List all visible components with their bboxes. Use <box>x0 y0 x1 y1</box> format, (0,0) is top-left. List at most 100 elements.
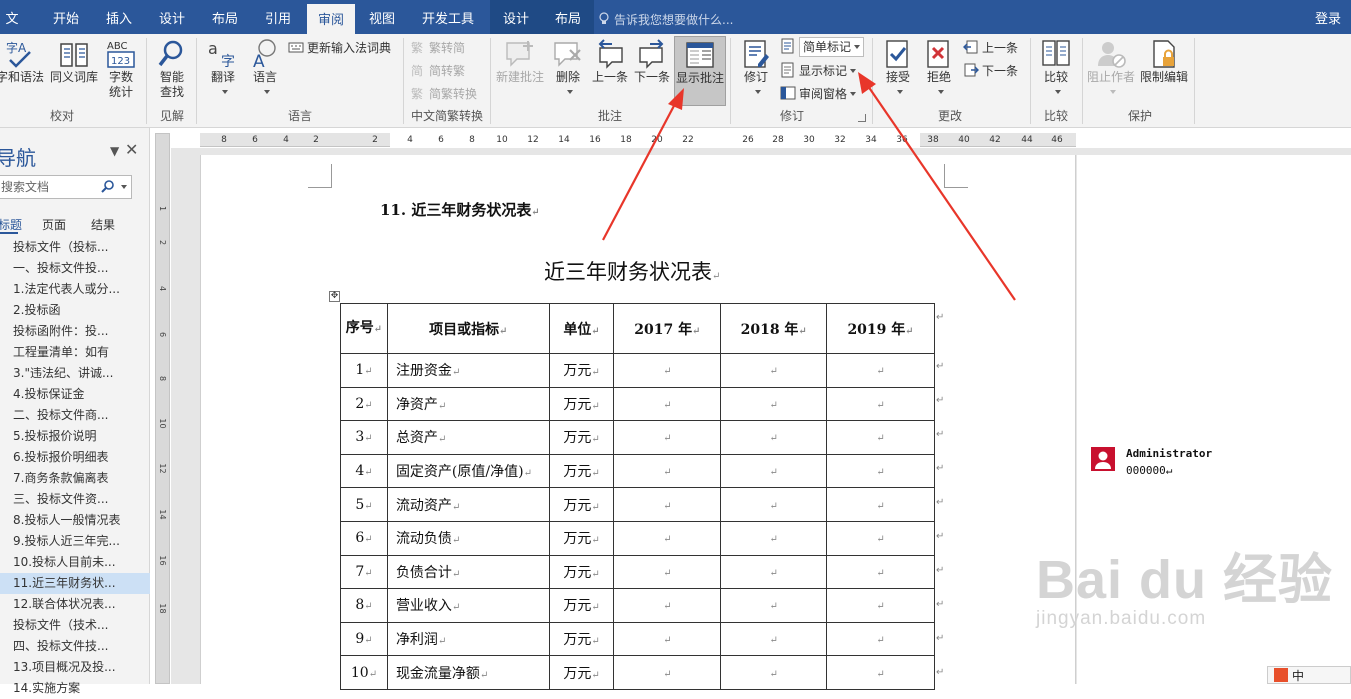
delete-comment-button[interactable]: 删除 <box>548 36 588 106</box>
track-changes-button[interactable]: 修订 <box>736 36 776 106</box>
markup-mode-value[interactable]: 简单标记 <box>799 37 865 57</box>
restrict-editing-button[interactable]: 限制编辑 <box>1138 36 1190 106</box>
cell-unit[interactable]: 万元↵ <box>548 386 615 422</box>
nav-tab-pages[interactable]: 页面 <box>42 216 66 233</box>
cell-no[interactable]: 2↵ <box>340 386 388 422</box>
table-move-handle-icon[interactable]: ✥ <box>329 291 340 302</box>
nav-options-chevron-icon[interactable]: ▼ <box>110 144 119 158</box>
translate-button[interactable]: a字 翻译 <box>202 36 244 106</box>
cell-2018[interactable]: ↵ <box>720 353 828 388</box>
cell-2017[interactable]: ↵ <box>613 386 722 422</box>
cell-2017[interactable]: ↵ <box>613 353 722 388</box>
financial-table[interactable]: 序号↵ 项目或指标↵ 单位↵ 2017 年↵ 2018 年↵ 2019 年↵ 1… <box>340 303 935 690</box>
nav-heading-item[interactable]: 9.投标人近三年完... <box>0 531 150 552</box>
tab-home[interactable]: 开始 <box>44 0 88 34</box>
nav-heading-item[interactable]: 投标文件（投标... <box>0 237 150 258</box>
cell-2019[interactable]: ↵ <box>826 621 935 657</box>
previous-change-button[interactable]: 上一条 <box>963 38 1018 58</box>
tab-view[interactable]: 视图 <box>360 0 404 34</box>
horizontal-ruler[interactable]: 8 6 4 2 2 4 6 8 10 12 14 16 18 20 22 26 28 30 32 34 36 38 40 42… <box>200 133 1076 147</box>
cell-2018[interactable]: ↵ <box>720 420 828 455</box>
nav-heading-item[interactable]: 13.项目概况及投... <box>0 657 150 678</box>
nav-heading-item[interactable]: 1.法定代表人或分... <box>0 279 150 300</box>
tab-review[interactable]: 审阅 <box>307 4 355 38</box>
header-unit[interactable]: 单位↵ <box>548 303 615 354</box>
nav-heading-item[interactable]: 8.投标人一般情况表 <box>0 510 150 531</box>
compare-button[interactable]: 比较 <box>1036 36 1076 106</box>
nav-heading-item[interactable]: 4.投标保证金 <box>0 384 150 405</box>
cell-2017[interactable]: ↵ <box>613 520 722 556</box>
cell-item[interactable]: 净利润↵ <box>386 621 550 657</box>
cell-2019[interactable]: ↵ <box>826 554 935 590</box>
nav-heading-item[interactable]: 投标函附件：投... <box>0 321 150 342</box>
dialog-launcher-icon[interactable] <box>858 114 866 122</box>
nav-heading-item[interactable]: 四、投标文件技... <box>0 636 150 657</box>
cell-2017[interactable]: ↵ <box>613 588 722 623</box>
cell-item[interactable]: 流动资产↵ <box>386 487 550 522</box>
cell-unit[interactable]: 万元↵ <box>548 520 615 556</box>
chevron-down-icon[interactable] <box>121 185 127 189</box>
tab-design[interactable]: 设计 <box>150 0 194 34</box>
block-authors-button[interactable]: 阻止作者 <box>1086 36 1136 106</box>
nav-search-input[interactable]: 搜索文档 <box>0 175 132 199</box>
next-comment-button[interactable]: 下一条 <box>632 36 672 106</box>
cell-2017[interactable]: ↵ <box>613 453 722 489</box>
nav-heading-item[interactable]: 10.投标人目前未... <box>0 552 150 573</box>
nav-heading-item[interactable]: 6.投标报价明细表 <box>0 447 150 468</box>
tab-layout[interactable]: 布局 <box>203 0 247 34</box>
cell-no[interactable]: 3↵ <box>340 420 388 455</box>
previous-comment-button[interactable]: 上一条 <box>590 36 630 106</box>
cell-item[interactable]: 净资产↵ <box>386 386 550 422</box>
table-title[interactable]: 近三年财务状况表↵ <box>544 256 720 286</box>
cell-2019[interactable]: ↵ <box>826 353 935 388</box>
show-comments-button[interactable]: 显示批注 <box>674 36 726 106</box>
header-2019[interactable]: 2019 年↵ <box>826 303 935 354</box>
cell-2017[interactable]: ↵ <box>613 420 722 455</box>
cell-item[interactable]: 注册资金↵ <box>386 353 550 388</box>
ime-mode[interactable]: 中 <box>1292 669 1304 683</box>
reject-button[interactable]: 拒绝 <box>920 36 958 106</box>
nav-heading-item[interactable]: 7.商务条款偏离表 <box>0 468 150 489</box>
nav-heading-item[interactable]: 一、投标文件投... <box>0 258 150 279</box>
nav-tab-headings[interactable]: 标题 <box>0 216 22 233</box>
cell-2018[interactable]: ↵ <box>720 554 828 590</box>
cell-item[interactable]: 负债合计↵ <box>386 554 550 590</box>
trad-to-simp-button[interactable]: 繁繁转简 <box>410 38 465 58</box>
cell-2018[interactable]: ↵ <box>720 655 828 690</box>
word-count-button[interactable]: ABC 123 字数 统计 <box>102 36 140 106</box>
cell-item[interactable]: 流动负债↵ <box>386 520 550 556</box>
cell-unit[interactable]: 万元↵ <box>548 487 615 522</box>
cell-item[interactable]: 固定资产(原值/净值)↵ <box>386 453 550 489</box>
cell-unit[interactable]: 万元↵ <box>548 588 615 623</box>
header-no[interactable]: 序号↵ <box>340 303 388 354</box>
cell-2017[interactable]: ↵ <box>613 655 722 690</box>
tab-references[interactable]: 引用 <box>256 0 300 34</box>
cell-2017[interactable]: ↵ <box>613 554 722 590</box>
cell-unit[interactable]: 万元↵ <box>548 453 615 489</box>
cell-unit[interactable]: 万元↵ <box>548 353 615 388</box>
tab-table-layout[interactable]: 布局 <box>542 0 594 34</box>
cell-2019[interactable]: ↵ <box>826 386 935 422</box>
smart-lookup-button[interactable]: 智能 查找 <box>152 36 192 106</box>
search-icon[interactable] <box>101 179 115 193</box>
nav-heading-item[interactable]: 投标文件（技术... <box>0 615 150 636</box>
cell-unit[interactable]: 万元↵ <box>548 554 615 590</box>
cell-no[interactable]: 5↵ <box>340 487 388 522</box>
nav-heading-item[interactable]: 三、投标文件资... <box>0 489 150 510</box>
header-2018[interactable]: 2018 年↵ <box>720 303 828 354</box>
reviewing-pane-button[interactable]: 审阅窗格 <box>780 84 857 104</box>
cell-2018[interactable]: ↵ <box>720 453 828 489</box>
thesaurus-button[interactable]: 同义词库 <box>48 36 100 106</box>
cell-item[interactable]: 营业收入↵ <box>386 588 550 623</box>
cell-unit[interactable]: 万元↵ <box>548 621 615 657</box>
show-markup-button[interactable]: 显示标记 <box>780 61 857 81</box>
cell-2019[interactable]: ↵ <box>826 453 935 489</box>
spelling-grammar-button[interactable]: 字A 字和语法 <box>0 36 44 106</box>
cell-2019[interactable]: ↵ <box>826 655 935 690</box>
language-button[interactable]: A 语言 <box>246 36 284 106</box>
cell-item[interactable]: 现金流量净额↵ <box>386 655 550 690</box>
header-item[interactable]: 项目或指标↵ <box>386 303 550 354</box>
close-icon[interactable]: ✕ <box>125 140 138 159</box>
cell-no[interactable]: 10↵ <box>340 655 388 690</box>
cell-no[interactable]: 8↵ <box>340 588 388 623</box>
